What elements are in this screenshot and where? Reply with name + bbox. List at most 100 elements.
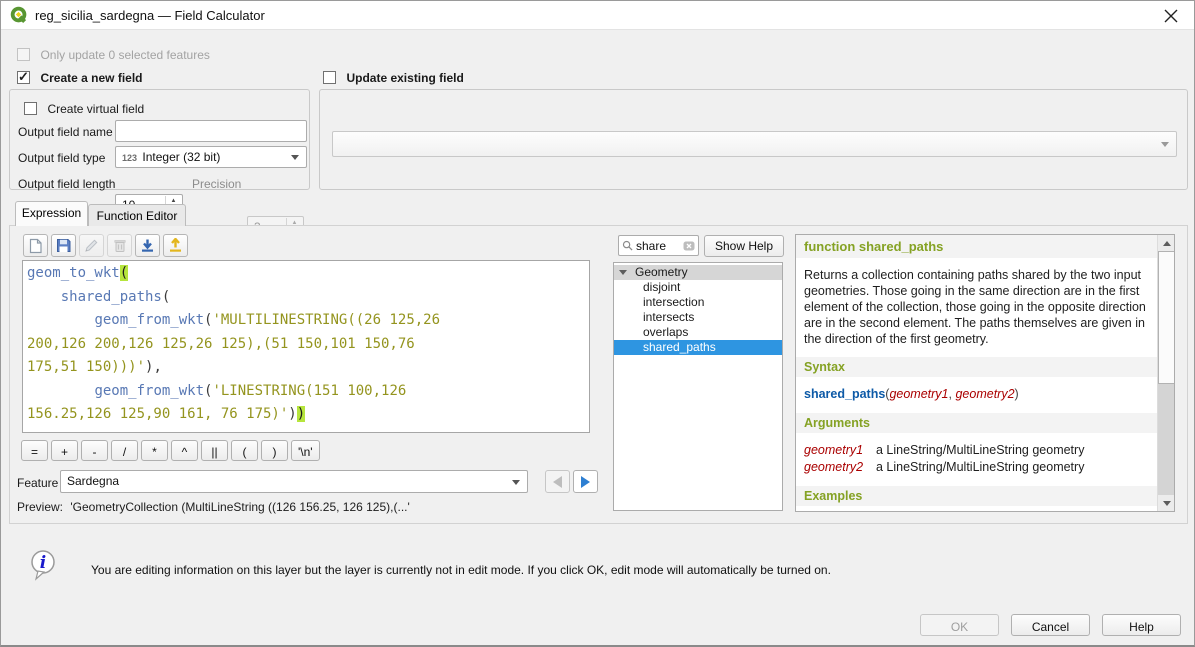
feature-label: Feature	[17, 476, 58, 490]
save-expression-button[interactable]	[51, 234, 76, 257]
expression-code-line: 156.25,126 125,90 161, 76 175)'))	[27, 403, 585, 427]
expression-code-line: shared_paths(	[27, 286, 585, 310]
new-expression-button[interactable]	[23, 234, 48, 257]
output-field-name-input[interactable]	[115, 120, 307, 142]
operator-button[interactable]: (	[231, 440, 258, 461]
operator-button[interactable]: /	[111, 440, 138, 461]
cancel-button[interactable]: Cancel	[1011, 614, 1090, 636]
precision-label: Precision	[192, 177, 241, 191]
edit-expression-icon	[84, 238, 99, 253]
export-expression-button[interactable]	[163, 234, 188, 257]
show-help-button[interactable]: Show Help	[704, 235, 784, 257]
help-example: • geom_to_wkt(shared_paths(geom_from_wkt…	[796, 506, 1157, 511]
output-field-type-combo[interactable]: 123 Integer (32 bit)	[115, 146, 307, 168]
only-update-checkbox-row[interactable]: Only update 0 selected features	[17, 46, 210, 64]
prev-feature-icon	[553, 476, 562, 488]
only-update-label: Only update 0 selected features	[40, 48, 209, 62]
combo-arrow-icon	[291, 155, 299, 160]
expression-editor[interactable]: geom_to_wkt( shared_paths( geom_from_wkt…	[22, 260, 590, 433]
create-new-field-checkbox[interactable]	[17, 71, 30, 84]
tree-item-label: shared_paths	[643, 340, 716, 354]
expression-code-line: geom_to_wkt(	[27, 262, 585, 286]
integer-type-icon: 123	[122, 153, 137, 163]
import-expression-button[interactable]	[135, 234, 160, 257]
tab-expression[interactable]: Expression	[15, 201, 88, 226]
next-feature-button[interactable]	[573, 470, 598, 493]
tab-function-editor[interactable]: Function Editor	[88, 204, 186, 226]
function-tree: Geometrydisjointintersectionintersectsov…	[613, 262, 783, 511]
create-virtual-field-checkbox[interactable]	[24, 102, 37, 115]
expression-code-line: geom_from_wkt('MULTILINESTRING((26 125,2…	[27, 309, 585, 333]
edit-expression-button	[79, 234, 104, 257]
combo-arrow-icon	[1161, 142, 1169, 147]
function-help-panel: function shared_paths Returns a collecti…	[795, 234, 1175, 512]
import-expression-icon	[140, 238, 155, 253]
tree-item-label: intersects	[643, 310, 694, 324]
operator-button[interactable]: +	[51, 440, 78, 461]
output-field-length-label: Output field length	[18, 177, 115, 191]
help-syntax-heading: Syntax	[796, 357, 1157, 377]
update-existing-field-checkbox[interactable]	[323, 71, 336, 84]
new-expression-icon	[28, 238, 43, 254]
tree-item-overlaps[interactable]: overlaps	[614, 325, 782, 340]
combo-arrow-icon	[512, 480, 520, 485]
search-value: share	[636, 239, 680, 253]
operator-button[interactable]: ||	[201, 440, 228, 461]
search-icon	[622, 240, 633, 251]
tree-item-intersects[interactable]: intersects	[614, 310, 782, 325]
preview-label: Preview:	[17, 500, 63, 514]
window-title: reg_sicilia_sardegna — Field Calculator	[35, 8, 265, 23]
update-existing-field-checkbox-row[interactable]: Update existing field	[323, 69, 464, 87]
preview-value: 'GeometryCollection (MultiLineString ((1…	[70, 500, 409, 514]
scrollbar-thumb[interactable]	[1158, 251, 1175, 384]
operator-button[interactable]: )	[261, 440, 288, 461]
ok-button: OK	[920, 614, 999, 636]
tree-item-shared_paths[interactable]: shared_paths	[614, 340, 782, 355]
title-bar: reg_sicilia_sardegna — Field Calculator	[1, 1, 1194, 30]
operator-button[interactable]: '\n'	[291, 440, 320, 461]
create-new-field-label: Create a new field	[40, 71, 142, 85]
next-feature-icon	[581, 476, 590, 488]
argument-row: geometry1a LineString/MultiLineString ge…	[804, 442, 1149, 459]
argument-description: a LineString/MultiLineString geometry	[876, 459, 1084, 476]
help-arguments: geometry1a LineString/MultiLineString ge…	[796, 433, 1157, 476]
operator-button[interactable]: *	[141, 440, 168, 461]
help-examples-heading: Examples	[796, 486, 1157, 506]
argument-name: geometry1	[804, 442, 876, 459]
field-calculator-dialog: reg_sicilia_sardegna — Field Calculator …	[0, 0, 1195, 647]
operator-button[interactable]: =	[21, 440, 48, 461]
tree-group-geometry[interactable]: Geometry	[614, 265, 782, 280]
feature-value: Sardegna	[67, 474, 119, 488]
close-icon[interactable]	[1162, 7, 1180, 25]
expander-icon[interactable]	[619, 270, 627, 275]
help-button[interactable]: Help	[1102, 614, 1181, 636]
feature-combo[interactable]: Sardegna	[60, 470, 528, 493]
tree-item-disjoint[interactable]: disjoint	[614, 280, 782, 295]
operator-button[interactable]: -	[81, 440, 108, 461]
search-input[interactable]: share	[618, 235, 699, 256]
operator-button[interactable]: ^	[171, 440, 198, 461]
delete-expression-icon	[113, 238, 127, 253]
scrollbar-down-icon[interactable]	[1158, 495, 1175, 511]
help-content: function shared_paths Returns a collecti…	[796, 235, 1157, 511]
create-virtual-field-row[interactable]: Create virtual field	[24, 100, 144, 118]
scrollbar-up-icon[interactable]	[1158, 235, 1175, 251]
qgis-logo-icon	[10, 6, 29, 25]
help-syntax-line: shared_paths(geometry1, geometry2)	[796, 377, 1157, 403]
tree-item-label: disjoint	[643, 280, 680, 294]
create-new-field-checkbox-row[interactable]: Create a new field	[17, 69, 143, 87]
help-description: Returns a collection containing paths sh…	[796, 258, 1157, 347]
expression-toolbar	[23, 234, 188, 257]
tree-item-intersection[interactable]: intersection	[614, 295, 782, 310]
clear-search-icon[interactable]	[683, 240, 695, 252]
svg-text:i: i	[40, 553, 46, 573]
delete-expression-button	[107, 234, 132, 257]
only-update-checkbox[interactable]	[17, 48, 30, 61]
update-existing-field-label: Update existing field	[346, 71, 463, 85]
save-expression-icon	[56, 238, 71, 253]
new-field-groupbox: Create virtual field Output field name O…	[9, 89, 310, 190]
help-scrollbar[interactable]	[1157, 235, 1174, 511]
dialog-buttons: OK Cancel Help	[920, 614, 1181, 636]
argument-description: a LineString/MultiLineString geometry	[876, 442, 1084, 459]
output-field-type-label: Output field type	[18, 151, 105, 165]
